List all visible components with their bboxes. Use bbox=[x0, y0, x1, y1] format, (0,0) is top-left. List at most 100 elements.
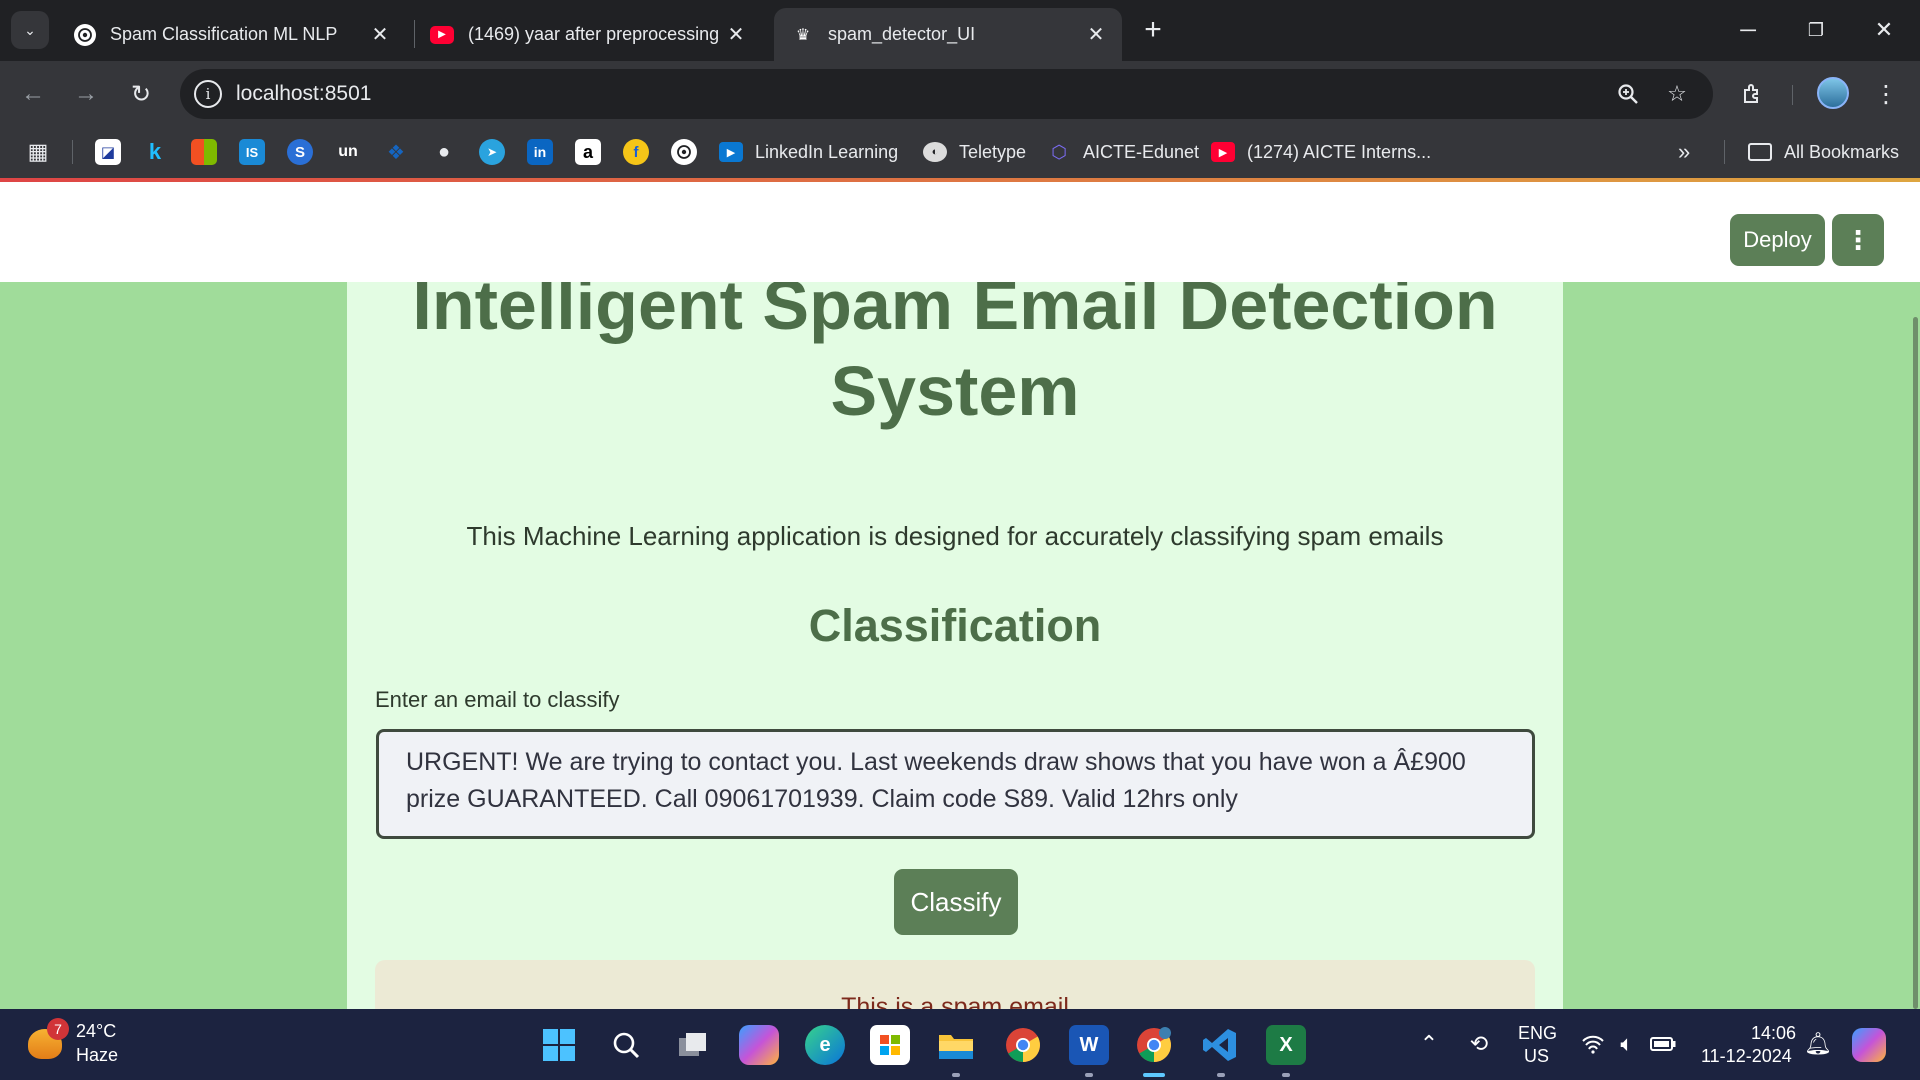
chrome-icon[interactable] bbox=[1003, 1025, 1043, 1065]
tab-title: Spam Classification ML NLP bbox=[110, 24, 338, 44]
windows-start-icon[interactable] bbox=[539, 1025, 579, 1065]
forward-arrow-icon[interactable]: → bbox=[67, 75, 105, 113]
classify-button[interactable]: Classify bbox=[894, 869, 1018, 935]
running-indicator bbox=[952, 1073, 960, 1077]
app-header: Deploy ⋮ bbox=[0, 182, 1920, 282]
classification-result: This is a spam email bbox=[375, 960, 1535, 1009]
browser-toolbar: ← → ↻ i localhost:8501 ☆ ⋮ bbox=[0, 61, 1920, 126]
language-indicator[interactable]: ENG bbox=[1518, 1023, 1557, 1044]
copilot-preview-icon[interactable] bbox=[1852, 1028, 1886, 1062]
all-bookmarks-button[interactable]: All Bookmarks bbox=[1748, 139, 1899, 165]
extensions-icon[interactable] bbox=[1734, 75, 1772, 113]
bookmark-label: AICTE-Edunet bbox=[1083, 141, 1200, 162]
site-info-icon[interactable]: i bbox=[194, 80, 222, 108]
zoom-icon[interactable] bbox=[1613, 79, 1643, 109]
kaggle-icon[interactable]: k bbox=[142, 139, 168, 165]
running-indicator bbox=[1217, 1073, 1225, 1077]
chatgpt-icon[interactable] bbox=[671, 139, 697, 165]
page-scrollbar[interactable] bbox=[1913, 317, 1918, 1009]
teletype-icon: ◐ bbox=[923, 142, 947, 162]
vscode-icon[interactable] bbox=[1200, 1025, 1240, 1065]
clock-date[interactable]: 11-12-2024 bbox=[1701, 1046, 1792, 1067]
telegram-icon[interactable]: ➤ bbox=[479, 139, 505, 165]
linkedin-icon[interactable]: in bbox=[527, 139, 553, 165]
bookmark-linkedin-learning[interactable]: ▶ LinkedIn Learning bbox=[719, 139, 898, 165]
running-indicator bbox=[1282, 1073, 1290, 1077]
linkedin-learning-icon: ▶ bbox=[719, 142, 743, 162]
notion-like-icon[interactable]: ◪ bbox=[95, 139, 121, 165]
tab-youtube-video[interactable]: ▶ (1469) yaar after preprocessing ✕ bbox=[412, 8, 762, 61]
battery-icon[interactable] bbox=[1648, 1029, 1678, 1059]
language-region[interactable]: US bbox=[1524, 1046, 1549, 1067]
wifi-icon[interactable] bbox=[1578, 1029, 1608, 1059]
tab-spam-detector-ui[interactable]: ♛ spam_detector_UI ✕ bbox=[774, 8, 1122, 61]
speaker-icon[interactable]: 🔈︎ bbox=[1612, 1029, 1642, 1059]
bookmark-label: LinkedIn Learning bbox=[755, 141, 899, 162]
all-bookmarks-label: All Bookmarks bbox=[1784, 141, 1900, 162]
tab-title: spam_detector_UI bbox=[828, 24, 976, 44]
main-content-card: Intelligent Spam Email Detection System … bbox=[347, 262, 1563, 1009]
windows-taskbar: 7 24°C Haze e W X ⌃ ⟲ ENG US 🔈︎ 14:06 11… bbox=[0, 1009, 1920, 1080]
youtube-icon: ▶ bbox=[430, 25, 454, 44]
flipkart-icon[interactable]: f bbox=[623, 139, 649, 165]
close-icon[interactable]: ✕ bbox=[1084, 22, 1108, 47]
microsoft-store-icon[interactable] bbox=[870, 1025, 910, 1065]
app-menu-button[interactable]: ⋮ bbox=[1832, 214, 1884, 266]
bookmark-star-icon[interactable]: ☆ bbox=[1662, 79, 1692, 109]
page-description: This Machine Learning application is des… bbox=[466, 521, 1444, 551]
profile-avatar[interactable] bbox=[1817, 77, 1849, 109]
bookmark-aicte-interns[interactable]: ▶ (1274) AICTE Interns... bbox=[1211, 139, 1431, 165]
restore-icon[interactable]: ❐ bbox=[1788, 10, 1844, 50]
bookmarks-bar: ▦ ◪ k IS S un ❖ ● ➤ in a f ▶ LinkedIn Le… bbox=[0, 126, 1920, 178]
microsoft-icon[interactable] bbox=[191, 139, 217, 165]
weather-description: Haze bbox=[76, 1045, 119, 1065]
tab-search-button[interactable]: ⌄ bbox=[11, 11, 49, 49]
email-text-area[interactable]: URGENT! We are trying to contact you. La… bbox=[376, 729, 1535, 839]
streamlit-icon: ♛ bbox=[795, 26, 811, 44]
word-icon[interactable]: W bbox=[1069, 1025, 1109, 1065]
tab-spam-classification[interactable]: Spam Classification ML NLP ✕ bbox=[56, 8, 406, 61]
unstop-icon[interactable]: un bbox=[335, 139, 361, 165]
bookmark-label: Teletype bbox=[959, 141, 1027, 162]
diamond-logo-icon[interactable]: ❖ bbox=[383, 139, 409, 165]
reload-icon[interactable]: ↻ bbox=[122, 75, 160, 113]
section-heading: Classification bbox=[808, 600, 1102, 651]
minimize-icon[interactable]: ─ bbox=[1720, 10, 1776, 50]
clock-time[interactable]: 14:06 bbox=[1751, 1023, 1796, 1044]
search-icon[interactable] bbox=[606, 1025, 646, 1065]
back-arrow-icon[interactable]: ← bbox=[14, 75, 52, 113]
address-bar[interactable]: i localhost:8501 ☆ bbox=[180, 69, 1713, 119]
file-explorer-icon[interactable] bbox=[936, 1025, 976, 1065]
bookmarks-divider bbox=[1724, 140, 1725, 164]
copilot-icon[interactable] bbox=[739, 1025, 779, 1065]
chrome-profile-icon[interactable] bbox=[1134, 1025, 1174, 1065]
app-page: Deploy ⋮ Intelligent Spam Email Detectio… bbox=[0, 182, 1920, 1009]
page-title-line-2: System bbox=[830, 352, 1080, 430]
notification-bell-icon[interactable]: 🔔︎ bbox=[1803, 1029, 1833, 1059]
amazon-icon[interactable]: a bbox=[575, 139, 601, 165]
excel-icon[interactable]: X bbox=[1266, 1025, 1306, 1065]
toolbar-divider bbox=[1792, 85, 1793, 105]
sync-icon[interactable]: ⟲ bbox=[1464, 1029, 1494, 1059]
new-tab-button[interactable]: + bbox=[1137, 12, 1169, 48]
window-close-icon[interactable]: ✕ bbox=[1856, 10, 1912, 50]
youtube-icon: ▶ bbox=[1211, 142, 1235, 162]
close-icon[interactable]: ✕ bbox=[724, 22, 748, 47]
deploy-button[interactable]: Deploy bbox=[1730, 214, 1825, 266]
bookmarks-overflow-button[interactable]: » bbox=[1678, 139, 1690, 165]
s-logo-icon[interactable]: S bbox=[287, 139, 313, 165]
apps-grid-icon[interactable]: ▦ bbox=[25, 139, 51, 165]
is-icon[interactable]: IS bbox=[239, 139, 265, 165]
address-url[interactable]: localhost:8501 bbox=[236, 82, 371, 106]
chevron-up-icon[interactable]: ⌃ bbox=[1414, 1029, 1444, 1059]
aicte-icon: ⬡ bbox=[1051, 141, 1067, 162]
github-icon[interactable]: ● bbox=[431, 139, 457, 165]
bookmarks-divider bbox=[72, 140, 73, 164]
task-view-icon[interactable] bbox=[673, 1025, 713, 1065]
edge-browser-icon[interactable]: e bbox=[805, 1025, 845, 1065]
bookmark-aicte-edunet[interactable]: ⬡ AICTE-Edunet bbox=[1047, 139, 1199, 165]
active-app-indicator bbox=[1143, 1073, 1165, 1077]
browser-menu-icon[interactable]: ⋮ bbox=[1867, 75, 1905, 113]
bookmark-teletype[interactable]: ◐ Teletype bbox=[923, 139, 1026, 165]
close-icon[interactable]: ✕ bbox=[368, 22, 392, 47]
